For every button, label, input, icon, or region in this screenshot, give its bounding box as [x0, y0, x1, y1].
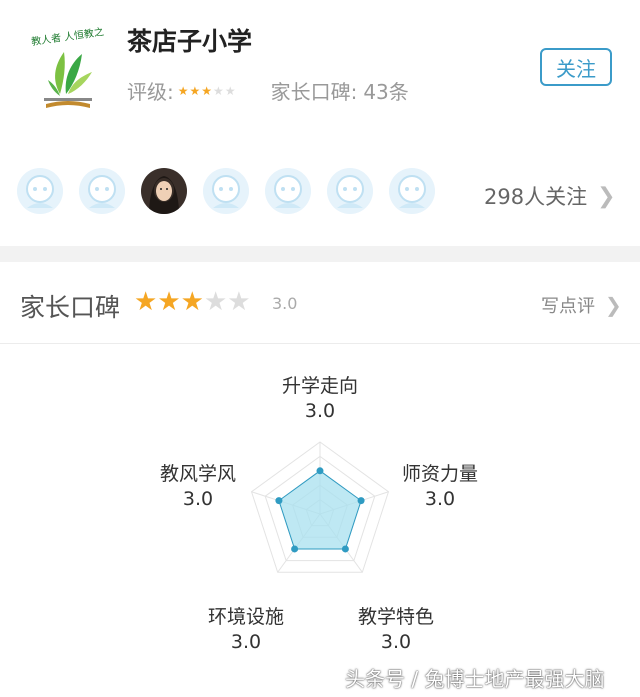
reviews-label: 家长口碑:	[270, 80, 358, 104]
star-icon: ★	[134, 287, 158, 317]
default-avatar-icon[interactable]	[203, 168, 249, 214]
star-icon: ★	[213, 83, 224, 98]
default-avatar-icon[interactable]	[327, 168, 373, 214]
radar-point	[275, 497, 283, 505]
watermark: 头条号 / 兔博士地产最强大脑	[345, 667, 605, 691]
default-avatar-icon[interactable]	[79, 168, 125, 214]
dimension-teaching: 教学特色 3.0	[336, 605, 456, 655]
star-icon: ★	[227, 287, 251, 317]
dimension-label: 教风学风	[159, 463, 236, 485]
review-score: 3.0	[272, 294, 298, 313]
star-icon: ★	[177, 83, 189, 98]
chevron-right-icon: ❯	[605, 293, 622, 317]
school-header: 教人者 人恒教之 茶店子小学 评级: ★ ★ ★ ★ ★ 家长口碑: 43条 关注	[0, 0, 640, 148]
dimension-label: 教学特色	[357, 606, 434, 628]
chevron-right-icon: ❯	[597, 183, 616, 209]
dimension-label: 升学走向	[281, 375, 358, 397]
review-header: 家长口碑 ★ ★ ★ ★ ★ 3.0 写点评 ❯	[0, 262, 640, 344]
dimension-facilities: 环境设施 3.0	[186, 605, 306, 655]
default-avatar-icon[interactable]	[389, 168, 435, 214]
radar-point	[316, 467, 324, 475]
rating-line: 评级: ★ ★ ★ ★ ★ 家长口碑: 43条	[127, 76, 409, 105]
dimension-teachers: 师资力量 3.0	[380, 462, 500, 512]
star-icon: ★	[189, 83, 201, 98]
dimension-value: 3.0	[230, 631, 262, 653]
radar-point	[357, 497, 365, 505]
star-icon: ★	[201, 83, 213, 98]
dimension-value: 3.0	[182, 488, 214, 510]
review-stars: ★ ★ ★ ★ ★	[134, 288, 251, 316]
svg-text:教人者 人恒教之: 教人者 人恒教之	[30, 25, 104, 48]
dimension-label: 师资力量	[401, 463, 478, 485]
dimension-upgrade: 升学走向 3.0	[262, 374, 378, 424]
dimension-value: 3.0	[304, 400, 336, 422]
star-icon: ★	[203, 287, 228, 317]
radar-point	[341, 545, 349, 553]
user-photo-avatar[interactable]	[141, 168, 187, 214]
school-logo-icon: 教人者 人恒教之	[22, 22, 114, 114]
default-avatar-icon[interactable]	[265, 168, 311, 214]
followers-row[interactable]: 298人关注 ❯	[0, 148, 640, 248]
school-name: 茶店子小学	[127, 27, 253, 56]
rating-label: 评级:	[127, 80, 174, 104]
dimension-value: 3.0	[380, 631, 412, 653]
review-title: 家长口碑	[20, 293, 121, 322]
follow-button[interactable]: 关注	[540, 48, 612, 86]
star-icon: ★	[224, 83, 236, 98]
dimension-label: 环境设施	[207, 606, 284, 628]
radar-chart-area: 升学走向 3.0 师资力量 3.0 教学特色 3.0 环境设施 3.0 教风学风…	[0, 344, 640, 697]
star-icon: ★	[157, 287, 181, 317]
write-review-link[interactable]: 写点评 ❯	[541, 292, 622, 318]
dimension-style: 教风学风 3.0	[138, 462, 258, 512]
followers-count-text: 298人关注	[484, 185, 588, 209]
section-divider	[0, 246, 640, 262]
radar-point	[291, 545, 299, 553]
reviews-count: 43条	[363, 80, 409, 104]
star-icon: ★	[180, 287, 204, 317]
write-review-label: 写点评	[541, 296, 595, 317]
radar-data-area	[278, 470, 362, 550]
dimension-value: 3.0	[424, 488, 456, 510]
default-avatar-icon[interactable]	[17, 168, 63, 214]
followers-count[interactable]: 298人关注 ❯	[484, 181, 616, 211]
rating-stars: ★ ★ ★ ★ ★	[178, 85, 237, 97]
